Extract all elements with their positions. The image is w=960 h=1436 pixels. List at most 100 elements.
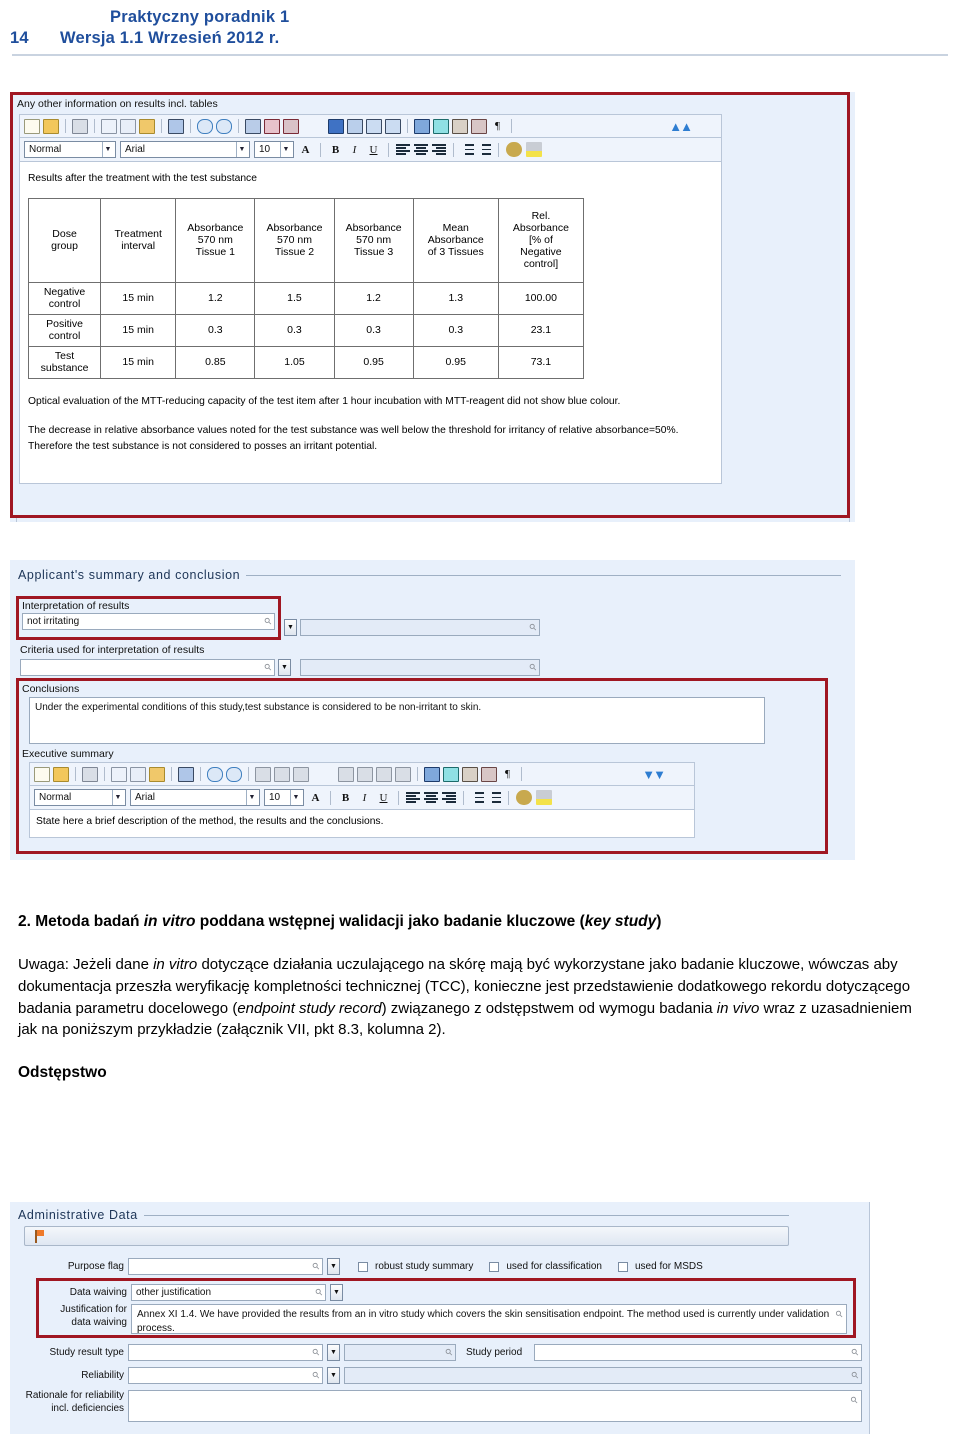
conclusions-textarea[interactable]: Under the experimental conditions of thi… [29, 697, 765, 744]
font-color-icon[interactable]: A [298, 144, 313, 156]
font-color-icon[interactable]: A [308, 792, 323, 804]
search-icon[interactable]: ⚲ [848, 1393, 861, 1406]
search-icon[interactable]: ⚲ [310, 1260, 322, 1272]
spellcheck-icon[interactable] [506, 142, 522, 157]
cell-split-icon[interactable] [347, 118, 363, 134]
search-icon[interactable]: ⚲ [310, 1346, 322, 1358]
numbered-list-icon[interactable] [471, 792, 484, 803]
purpose-flag-dropdown-button[interactable]: ▼ [327, 1258, 340, 1275]
table-header-column-icon[interactable] [293, 766, 309, 782]
search-icon[interactable]: ⚲ [443, 1346, 455, 1358]
row-insert-icon[interactable] [376, 766, 392, 782]
study-result-type-dropdown-button[interactable]: ▼ [327, 1344, 340, 1361]
search-icon[interactable]: ⚲ [262, 615, 274, 627]
search-icon[interactable]: ⚲ [849, 1346, 861, 1358]
cut-scissors-icon[interactable] [120, 118, 136, 134]
align-center-icon[interactable] [414, 144, 428, 155]
cell-merge-icon[interactable] [443, 766, 459, 782]
study-result-type-secondary-input[interactable]: ⚲ [344, 1344, 456, 1361]
results-toolbar-primary[interactable]: ¶ ▲▲ [19, 114, 722, 138]
reliability-dropdown-button[interactable]: ▼ [327, 1367, 340, 1384]
cell-fill-blue-icon[interactable] [338, 766, 354, 782]
results-content-area[interactable]: Results after the treatment with the tes… [19, 162, 722, 484]
results-toolbar-format[interactable]: Normal ▼ Arial ▼ 10 ▼ A B I U [19, 138, 722, 162]
interpretation-input[interactable]: not irritating ⚲ [22, 613, 275, 630]
cell-split-icon[interactable] [357, 766, 373, 782]
data-waiving-input[interactable]: other justification ⚲ [131, 1284, 326, 1301]
justification-textarea[interactable]: Annex XI 1.4. We have provided the resul… [131, 1304, 847, 1334]
pilcrow-icon[interactable]: ¶ [490, 120, 505, 132]
executive-summary-toolbar-primary[interactable]: ¶ ▼▼ [29, 762, 695, 786]
checkbox-box[interactable] [617, 1261, 628, 1272]
italic-icon[interactable]: I [347, 144, 362, 156]
print-icon[interactable] [82, 766, 98, 782]
search-icon[interactable]: ⚲ [310, 1369, 322, 1381]
image-insert-icon[interactable] [452, 118, 468, 134]
search-icon[interactable]: ⚲ [833, 1307, 846, 1320]
image-edit-icon[interactable] [481, 766, 497, 782]
numbered-list-icon[interactable] [461, 144, 474, 155]
highlight-icon[interactable] [526, 142, 542, 157]
search-icon[interactable]: ⚲ [262, 661, 274, 673]
collapse-toolbar-icon[interactable]: ▲▲ [669, 119, 717, 134]
insert-table-icon[interactable] [178, 766, 194, 782]
search-icon[interactable]: ⚲ [849, 1369, 861, 1381]
checkbox-used-for-classification[interactable]: used for classification [489, 1261, 602, 1272]
data-waiving-dropdown-button[interactable]: ▼ [330, 1284, 343, 1301]
expand-toolbar-icon[interactable]: ▼▼ [642, 767, 690, 782]
checkbox-box[interactable] [358, 1261, 368, 1272]
align-left-icon[interactable] [396, 144, 410, 155]
font-size-select[interactable]: 10 ▼ [254, 141, 294, 158]
bold-icon[interactable]: B [338, 792, 353, 804]
cut-scissors-icon[interactable] [130, 766, 146, 782]
executive-summary-toolbar-format[interactable]: Normal ▼ Arial ▼ 10 ▼ A B I U [29, 786, 695, 810]
rationale-textarea[interactable]: ⚲ [128, 1390, 862, 1422]
reliability-input[interactable]: ⚲ [128, 1367, 323, 1384]
criteria-secondary-input[interactable]: ⚲ [300, 659, 540, 676]
interpretation-dropdown-button[interactable]: ▼ [284, 619, 297, 636]
purpose-flag-input[interactable]: ⚲ [128, 1258, 323, 1275]
row-insert-icon[interactable] [366, 118, 382, 134]
underline-icon[interactable]: U [366, 144, 381, 156]
study-result-type-input[interactable]: ⚲ [128, 1344, 323, 1361]
checkbox-robust-study-summary[interactable]: robust study summary [358, 1261, 473, 1272]
paste-icon[interactable] [149, 766, 165, 782]
new-document-icon[interactable] [34, 766, 50, 782]
paragraph-style-select[interactable]: Normal ▼ [24, 141, 116, 158]
orange-flag-icon[interactable] [33, 1229, 45, 1243]
criteria-dropdown-button[interactable]: ▼ [278, 659, 291, 676]
full-grid-icon[interactable] [424, 766, 440, 782]
criteria-input[interactable]: ⚲ [20, 659, 275, 676]
table-header-row-icon[interactable] [274, 766, 290, 782]
column-insert-icon[interactable] [385, 118, 401, 134]
bullet-list-icon[interactable] [488, 792, 501, 803]
align-left-icon[interactable] [406, 792, 420, 803]
font-family-select[interactable]: Arial ▼ [130, 789, 260, 806]
table-header-column-icon[interactable] [283, 118, 299, 134]
underline-icon[interactable]: U [376, 792, 391, 804]
align-right-icon[interactable] [442, 792, 456, 803]
redo-icon[interactable] [216, 118, 232, 134]
copy-icon[interactable] [111, 766, 127, 782]
pilcrow-icon[interactable]: ¶ [500, 768, 515, 780]
open-folder-icon[interactable] [43, 118, 59, 134]
undo-icon[interactable] [197, 118, 213, 134]
reliability-secondary-input[interactable]: ⚲ [344, 1367, 862, 1384]
admin-flag-bar[interactable] [24, 1226, 789, 1246]
cell-merge-icon[interactable] [433, 118, 449, 134]
checkbox-used-for-msds[interactable]: used for MSDS [617, 1261, 703, 1272]
interpretation-secondary-input[interactable]: ⚲ [300, 619, 540, 636]
undo-icon[interactable] [207, 766, 223, 782]
font-family-select[interactable]: Arial ▼ [120, 141, 250, 158]
search-icon[interactable]: ⚲ [527, 621, 539, 633]
align-center-icon[interactable] [424, 792, 438, 803]
cell-fill-blue-icon[interactable] [328, 118, 344, 134]
image-insert-icon[interactable] [462, 766, 478, 782]
executive-summary-content-area[interactable]: State here a brief description of the me… [29, 810, 695, 838]
italic-icon[interactable]: I [357, 792, 372, 804]
open-folder-icon[interactable] [53, 766, 69, 782]
indent-icon[interactable] [309, 119, 325, 134]
column-insert-icon[interactable] [395, 766, 411, 782]
image-edit-icon[interactable] [471, 118, 487, 134]
highlight-icon[interactable] [536, 790, 552, 805]
